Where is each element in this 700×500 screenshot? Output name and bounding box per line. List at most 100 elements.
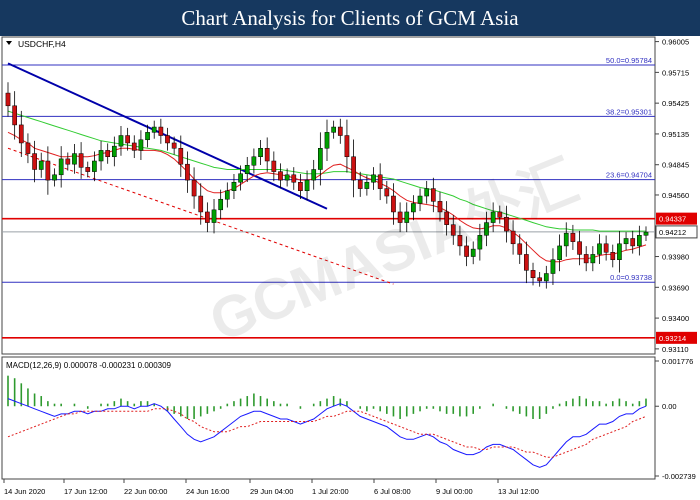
candle-body — [364, 181, 370, 189]
x-tick-label: 17 Jun 12:00 — [64, 487, 107, 496]
candle-body — [610, 252, 616, 260]
y-tick-label: 0.95715 — [662, 68, 689, 77]
current-price-label: 0.94212 — [659, 228, 686, 237]
candle-body — [583, 254, 589, 264]
x-tick-label: 13 Jul 12:00 — [498, 487, 539, 496]
candle-body — [344, 135, 350, 158]
candle-body — [72, 153, 77, 165]
candle-body — [357, 179, 363, 189]
y-tick-label: 0.95135 — [662, 130, 689, 139]
candle-body — [98, 150, 104, 162]
candle-body — [577, 241, 582, 255]
candle-body — [570, 232, 576, 242]
candle-body — [45, 160, 51, 181]
candle-body — [78, 153, 84, 168]
y-tick-label: 0.94845 — [662, 161, 689, 170]
candle-body — [391, 195, 396, 213]
candle-body — [278, 171, 283, 181]
fib-label: 23.6=0.94704 — [606, 171, 652, 180]
fib-label: 38.2=0.95301 — [606, 107, 652, 116]
candle-body — [38, 160, 44, 170]
candle-body — [537, 277, 543, 282]
candle-body — [643, 231, 649, 236]
candle-body — [377, 174, 383, 189]
candle-body — [264, 148, 270, 162]
candle-body — [32, 153, 37, 170]
candle-body — [543, 273, 549, 282]
y-tick-label: 0.96005 — [662, 38, 689, 47]
candle-body — [158, 126, 164, 136]
candle-body — [384, 188, 390, 197]
candle-body — [331, 126, 336, 133]
x-tick-label: 9 Jul 00:00 — [436, 487, 473, 496]
candle-body — [524, 254, 529, 271]
y-tick-label: 0.95425 — [662, 99, 689, 108]
candle-body — [185, 163, 190, 181]
price-box-label: 0.94337 — [659, 215, 686, 224]
candle-body — [271, 160, 277, 172]
candle-body — [52, 174, 57, 181]
candle-body — [417, 195, 423, 204]
candle-body — [597, 243, 602, 255]
candle-body — [205, 211, 210, 223]
macd-y-tick-label: -0.002739 — [662, 472, 696, 481]
candle-body — [530, 270, 536, 279]
candle-body — [298, 181, 303, 191]
candle-body — [191, 179, 197, 197]
candle-body — [557, 245, 562, 260]
y-tick-label: 0.93400 — [662, 314, 689, 323]
candle-body — [105, 150, 111, 158]
candle-body — [85, 167, 91, 172]
candle-body — [5, 92, 11, 107]
candle-body — [311, 169, 317, 181]
candle-body — [211, 209, 217, 223]
price-box-label: 0.93214 — [659, 334, 686, 343]
fib-label: 50.0=0.95784 — [606, 56, 652, 65]
macd-panel: 0.001776 0.00 -0.002739 MACD(12,26,9) 0.00… — [1, 356, 696, 481]
candle-body — [251, 156, 257, 166]
candle-body — [351, 156, 356, 181]
y-tick-label: 0.93980 — [662, 253, 689, 262]
chart: 50.0=0.95784 38.2=0.95301 23.6=0.94704 0.0=… — [0, 36, 700, 500]
x-tick-label: 6 Jul 08:00 — [374, 487, 411, 496]
candle-body — [304, 179, 310, 191]
candle-body — [238, 173, 243, 183]
candle-body — [224, 190, 230, 200]
candle-body — [291, 174, 297, 183]
candle-body — [231, 181, 237, 191]
candle-body — [623, 238, 629, 245]
candle-body — [550, 259, 556, 274]
candle-body — [125, 135, 130, 144]
candle-body — [337, 126, 343, 136]
candle-body — [65, 158, 71, 165]
candle-body — [324, 132, 330, 149]
candle-body — [603, 243, 609, 253]
candle-body — [12, 105, 17, 126]
candle-body — [630, 238, 636, 247]
macd-label: MACD(12,26,9) 0.000078 -0.000231 0.00030… — [6, 361, 172, 370]
macd-y-tick-label: 0.00 — [662, 402, 677, 411]
candle-body — [165, 135, 170, 144]
candle-body — [171, 142, 177, 149]
candle-body — [590, 254, 596, 264]
candle-body — [617, 243, 622, 260]
candle-body — [517, 243, 523, 255]
candle-body — [244, 164, 250, 174]
candle-body — [151, 126, 157, 133]
y-tick-label: 0.93110 — [662, 345, 689, 354]
candle-body — [318, 148, 323, 170]
candle-body — [58, 158, 64, 176]
fib-label: 0.0=0.93738 — [610, 273, 652, 282]
candle-body — [118, 135, 124, 147]
candle-body — [424, 188, 430, 197]
candle-body — [178, 148, 184, 165]
candle-body — [198, 195, 204, 213]
header-title: Chart Analysis for Clients of GCM Asia — [0, 0, 700, 36]
candle-body — [637, 235, 642, 247]
symbol-label: USDCHF,H4 — [18, 39, 66, 49]
candle-body — [92, 160, 97, 172]
y-tick-label: 0.93690 — [662, 283, 689, 292]
x-tick-label: 14 Jun 2020 — [4, 487, 45, 496]
price-panel: 50.0=0.95784 38.2=0.95301 23.6=0.94704 0.0=… — [1, 36, 698, 355]
candle-body — [563, 232, 569, 247]
